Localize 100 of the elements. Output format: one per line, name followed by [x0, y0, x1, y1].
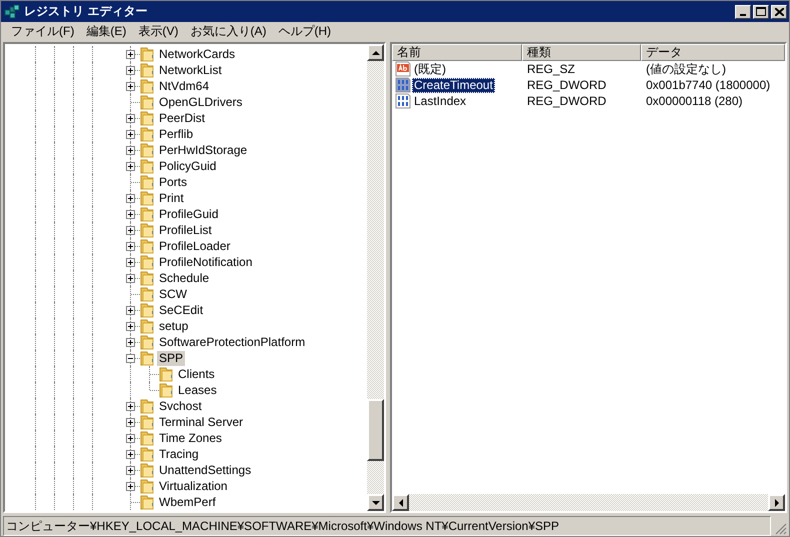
folder-icon — [140, 446, 154, 462]
scroll-right-button[interactable] — [768, 494, 785, 511]
tree-item[interactable]: WbemPerf — [157, 494, 218, 510]
expand-icon[interactable] — [126, 322, 135, 330]
minimize-button[interactable] — [735, 4, 751, 18]
column-header[interactable]: 名前 — [392, 44, 522, 61]
folder-icon — [140, 270, 154, 286]
folder-icon — [140, 158, 154, 174]
tree-item[interactable]: Leases — [176, 382, 219, 398]
folder-icon — [140, 206, 154, 222]
expand-icon[interactable] — [126, 258, 135, 266]
expand-icon[interactable] — [126, 114, 135, 122]
expand-icon[interactable] — [126, 226, 135, 234]
expand-icon[interactable] — [126, 242, 135, 250]
folder-icon — [140, 398, 154, 414]
tree-item[interactable]: PolicyGuid — [157, 158, 218, 174]
folder-icon — [159, 382, 173, 398]
scroll-left-button[interactable] — [392, 494, 409, 511]
string-value-icon — [395, 61, 411, 77]
collapse-icon[interactable] — [126, 354, 135, 362]
expand-icon[interactable] — [126, 162, 135, 170]
tree-item[interactable]: Time Zones — [157, 430, 224, 446]
expand-icon[interactable] — [126, 402, 135, 410]
tree-item[interactable]: ProfileLoader — [157, 238, 232, 254]
vertical-scrollbar[interactable] — [367, 44, 384, 511]
menu-item[interactable]: 表示(V) — [132, 23, 184, 40]
folder-icon — [140, 350, 154, 366]
expand-icon[interactable] — [126, 130, 135, 138]
tree-item[interactable]: ProfileList — [157, 222, 214, 238]
tree-item[interactable]: NetworkList — [157, 62, 224, 78]
folder-icon — [140, 174, 154, 190]
tree-item[interactable]: NetworkCards — [157, 46, 238, 62]
value-data: 0x001b7740 (1800000) — [645, 78, 772, 92]
expand-icon[interactable] — [126, 306, 135, 314]
menu-item[interactable]: お気に入り(A) — [184, 23, 272, 40]
tree-item[interactable]: NtVdm64 — [157, 78, 212, 94]
column-header[interactable]: データ — [641, 44, 785, 61]
value-type: REG_DWORD — [526, 94, 608, 108]
column-header[interactable]: 種類 — [522, 44, 641, 61]
tree-item[interactable]: SoftwareProtectionPlatform — [157, 334, 308, 350]
tree-item[interactable]: Print — [157, 190, 186, 206]
scroll-up-button[interactable] — [367, 44, 384, 61]
horizontal-scrollbar[interactable] — [392, 494, 785, 511]
expand-icon[interactable] — [126, 482, 135, 490]
scroll-thumb[interactable] — [367, 399, 384, 462]
tree-item[interactable]: Tracing — [157, 446, 201, 462]
tree-item[interactable]: SPP — [157, 350, 186, 366]
tree-item[interactable]: Ports — [157, 174, 190, 190]
window-title: レジストリ エディター — [24, 3, 148, 20]
folder-icon — [140, 62, 154, 78]
tree-item[interactable]: SCW — [157, 286, 189, 302]
folder-icon — [140, 286, 154, 302]
tree-item[interactable]: Virtualization — [157, 478, 230, 494]
menu-item[interactable]: ヘルプ(H) — [272, 23, 337, 40]
tree-item[interactable]: ProfileGuid — [157, 206, 220, 222]
registry-cubes-icon — [4, 4, 20, 20]
tree-item[interactable]: PeerDist — [157, 110, 208, 126]
expand-icon[interactable] — [126, 82, 135, 90]
expand-icon[interactable] — [126, 50, 135, 58]
value-name[interactable]: CreateTimeout — [412, 78, 495, 92]
folder-icon — [140, 254, 154, 270]
resize-grip-icon[interactable] — [775, 523, 787, 535]
folder-icon — [140, 494, 154, 510]
close-button[interactable] — [771, 4, 787, 18]
tree-item[interactable]: UnattendSettings — [157, 462, 254, 478]
folder-icon — [140, 94, 154, 110]
tree-item[interactable]: SeCEdit — [157, 302, 206, 318]
expand-icon[interactable] — [126, 194, 135, 202]
tree-item[interactable]: setup — [157, 318, 190, 334]
tree-item[interactable]: Clients — [176, 366, 217, 382]
folder-icon — [140, 302, 154, 318]
expand-icon[interactable] — [126, 210, 135, 218]
tree-item[interactable]: Terminal Server — [157, 414, 246, 430]
folder-icon — [140, 462, 154, 478]
binary-value-icon — [395, 93, 411, 109]
value-name[interactable]: (既定) — [412, 62, 448, 76]
maximize-button[interactable] — [753, 4, 769, 18]
expand-icon[interactable] — [126, 338, 135, 346]
tree-item[interactable]: ProfileNotification — [157, 254, 254, 270]
value-name[interactable]: LastIndex — [412, 94, 468, 108]
scroll-down-button[interactable] — [367, 494, 384, 511]
folder-icon — [140, 222, 154, 238]
expand-icon[interactable] — [126, 66, 135, 74]
tree-item[interactable]: Svchost — [157, 398, 204, 414]
close-icon — [774, 8, 784, 16]
tree-item[interactable]: Schedule — [157, 270, 212, 286]
tree-item[interactable]: PerHwIdStorage — [157, 142, 250, 158]
tree-item[interactable]: Perflib — [157, 126, 196, 142]
expand-icon[interactable] — [126, 146, 135, 154]
expand-icon[interactable] — [126, 434, 135, 442]
expand-icon[interactable] — [126, 418, 135, 426]
menu-item[interactable]: ファイル(F) — [5, 23, 80, 40]
tree-item[interactable]: OpenGLDrivers — [157, 94, 244, 110]
folder-icon — [140, 110, 154, 126]
folder-icon — [140, 190, 154, 206]
expand-icon[interactable] — [126, 274, 135, 282]
expand-icon[interactable] — [126, 450, 135, 458]
menu-item[interactable]: 編集(E) — [80, 23, 132, 40]
expand-icon[interactable] — [126, 466, 135, 474]
folder-icon — [140, 478, 154, 494]
